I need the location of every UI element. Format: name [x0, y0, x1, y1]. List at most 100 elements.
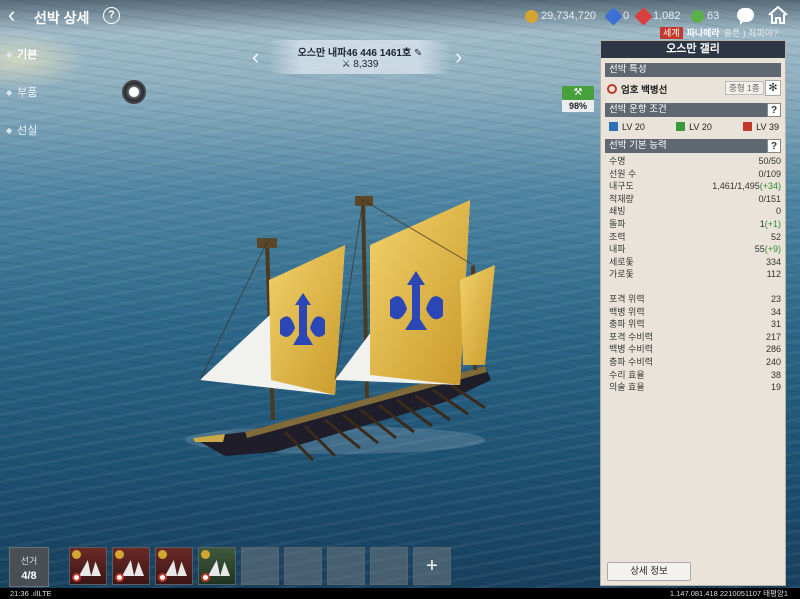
- gold-currency[interactable]: 29,734,720: [525, 9, 596, 23]
- stat-bonus: (+1): [764, 218, 781, 229]
- fleet-count: 4/8: [21, 570, 37, 582]
- device-status-bar: 21:36 .ıllLTE 1.147.081.418 2210051107 태…: [0, 588, 800, 599]
- stat-row: 수리 효율 38: [609, 369, 781, 382]
- empty-ship-slot[interactable]: [370, 547, 408, 585]
- prev-ship-arrow[interactable]: ‹: [252, 44, 259, 70]
- ship-name-text: 오스만 내파46 446 1461호: [297, 48, 412, 59]
- heart-icon: [201, 573, 210, 582]
- sidebar-item-basic[interactable]: ◆ 기본: [6, 46, 37, 62]
- ban-icon: [158, 573, 167, 582]
- edit-icon[interactable]: ✎: [414, 48, 422, 59]
- stat-value: 55: [754, 244, 765, 255]
- ship-thumbnail-icon: [122, 560, 144, 576]
- stat-row: 내파 55(+9): [609, 243, 781, 256]
- ship-slot[interactable]: [155, 547, 193, 585]
- durability-percent: 98%: [562, 100, 594, 112]
- diamond-icon: ◆: [6, 87, 13, 97]
- blue-gem-currency[interactable]: 0: [604, 6, 629, 26]
- chat-channel-tag: 세계: [660, 26, 683, 39]
- trait-section-header: 선박 특성: [605, 63, 781, 77]
- green-currency[interactable]: 63: [691, 9, 719, 23]
- green-value: 63: [707, 10, 720, 22]
- stat-value: 31: [770, 319, 781, 330]
- world-chat-preview[interactable]: 세계 파나메라 슬픈 ) 좌파야?: [660, 26, 778, 39]
- empty-ship-slot[interactable]: [327, 547, 365, 585]
- ship-type-title: 오스만 갤리: [601, 41, 785, 58]
- status-time: 21:36 .ıllLTE: [10, 589, 52, 598]
- rank-badge-icon: [115, 550, 124, 559]
- stat-value: 240: [765, 356, 781, 367]
- stat-row: 내구도 1,461/1,495(+34): [609, 180, 781, 193]
- ship-slot[interactable]: [112, 547, 150, 585]
- stat-label: 포격 위력: [609, 294, 645, 304]
- next-ship-arrow[interactable]: ›: [455, 44, 462, 70]
- sidebar-item-parts[interactable]: ◆ 부품: [6, 84, 37, 100]
- stat-row: 세로돛 334: [609, 256, 781, 269]
- ban-icon: [607, 83, 617, 94]
- stat-label: 포격 수비력: [609, 331, 653, 342]
- stat-value: 0/109: [758, 168, 781, 179]
- stat-value: 334: [765, 256, 781, 267]
- detail-info-button[interactable]: 상세 정보: [607, 562, 691, 581]
- combat-power: ⚔ 8,339: [268, 59, 452, 70]
- ship-slot[interactable]: [198, 547, 236, 585]
- stat-label: 충파 수비력: [609, 356, 653, 367]
- stat-row: 포격 수비력 217: [609, 331, 781, 344]
- requirement-header-text: 선박 운항 조건: [609, 104, 667, 115]
- stat-value: 286: [765, 344, 781, 355]
- green-gear-icon: [691, 9, 704, 23]
- stat-value: 34: [770, 306, 781, 317]
- stat-value: 52: [770, 231, 781, 242]
- diamond-icon: ◆: [6, 125, 13, 135]
- requirement-help-button[interactable]: ?: [767, 103, 781, 117]
- stat-row: 돌파 1(+1): [609, 218, 781, 231]
- diamond-icon: ◆: [6, 49, 13, 59]
- ability-section-header: 선박 기본 능력 ?: [605, 139, 781, 153]
- stat-label: 수명: [609, 156, 626, 166]
- ship-thumbnail-icon: [165, 560, 187, 576]
- stat-row: 포격 위력 23: [609, 293, 781, 306]
- requirement-row: LV 20 LV 20 LV 39: [609, 120, 779, 133]
- empty-ship-slot[interactable]: [284, 547, 322, 585]
- crossed-swords-icon: ⚔: [341, 59, 351, 70]
- ship-thumbnail-icon: [208, 560, 230, 576]
- gold-coin-icon: [525, 9, 538, 23]
- req-adventure: LV 20: [609, 120, 645, 133]
- gear-icon[interactable]: ✻: [765, 80, 781, 96]
- home-icon[interactable]: [768, 6, 788, 24]
- empty-ship-slot[interactable]: [241, 547, 279, 585]
- red-gem-value: 1,082: [653, 10, 681, 22]
- stat-row: 백병 수비력 286: [609, 343, 781, 356]
- combat-power-value: 8,339: [353, 59, 379, 70]
- ship-name-banner: 오스만 내파46 446 1461호 ✎ ⚔ 8,339: [268, 40, 452, 74]
- red-gem-icon: [634, 6, 653, 26]
- help-button[interactable]: ?: [103, 7, 120, 24]
- chat-message: 슬픈 ) 좌파야?: [723, 28, 779, 38]
- stat-label: 선원 수: [609, 168, 637, 179]
- ship-name[interactable]: 오스만 내파46 446 1461호 ✎: [268, 44, 452, 59]
- lighting-toggle-button[interactable]: [122, 80, 146, 104]
- ship-slot[interactable]: [69, 547, 107, 585]
- sidebar-item-label: 선실: [17, 125, 38, 137]
- back-button[interactable]: ‹: [8, 4, 26, 28]
- ship-thumbnail-icon: [79, 560, 101, 576]
- chat-icon[interactable]: [737, 8, 754, 25]
- req-trade: LV 20: [676, 120, 712, 133]
- ban-icon: [72, 573, 81, 582]
- server-info: 1.147.081.418 2210051107 태평양1: [669, 589, 788, 598]
- fleet-dock-button[interactable]: 선거 4/8: [9, 547, 49, 587]
- stat-label: 조력: [609, 231, 626, 242]
- stat-value: 50/50: [758, 156, 781, 166]
- ability-help-button[interactable]: ?: [767, 139, 781, 153]
- req-label: LV 20: [689, 121, 712, 132]
- stat-label: 충파 위력: [609, 319, 645, 330]
- req-battle: LV 39: [743, 120, 779, 133]
- swords-icon: [743, 122, 753, 131]
- ship-illustration: [185, 196, 495, 462]
- sidebar-item-cabin[interactable]: ◆ 선실: [6, 122, 37, 138]
- red-gem-currency[interactable]: 1,082: [634, 6, 681, 26]
- stat-row: 선원 수 0/109: [609, 168, 781, 181]
- stat-bonus: (+34): [759, 181, 781, 192]
- repair-widget[interactable]: ⚒ 98%: [562, 86, 594, 112]
- add-ship-slot-button[interactable]: +: [413, 547, 451, 585]
